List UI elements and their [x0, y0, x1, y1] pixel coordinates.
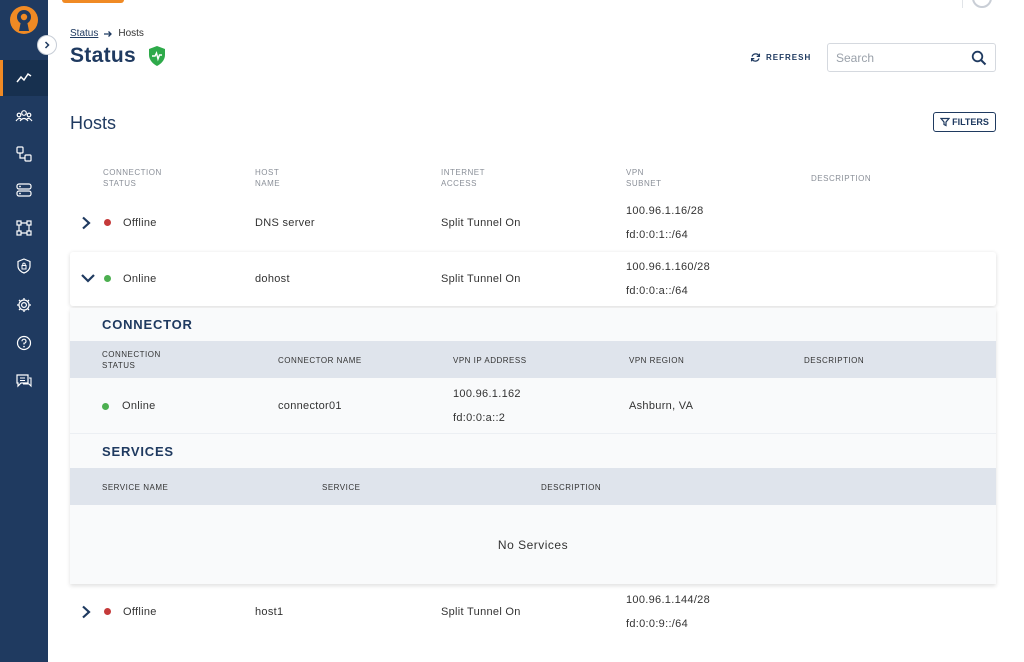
- filter-icon: [940, 117, 951, 127]
- col-service: SERVICE: [322, 483, 361, 492]
- no-services-message: No Services: [497, 538, 569, 552]
- connector-section-title: CONNECTOR: [102, 317, 193, 332]
- col-vpn-ip: VPN IP ADDRESS: [453, 356, 527, 365]
- refresh-label: REFRESH: [766, 53, 812, 62]
- status-dot-offline: [104, 608, 111, 615]
- col-connector-status: CONNECTION STATUS: [102, 350, 161, 370]
- sidebar: [0, 0, 48, 662]
- nav-status[interactable]: [0, 60, 48, 96]
- services-table-header: SERVICE NAME SERVICE DESCRIPTION: [70, 468, 996, 505]
- status-dot-online: [104, 275, 111, 282]
- refresh-button[interactable]: REFRESH: [750, 52, 811, 63]
- shield-check-icon: [147, 45, 167, 67]
- host-status: Offline: [123, 606, 157, 618]
- col-service-name: SERVICE NAME: [102, 483, 169, 492]
- topology-icon: [16, 220, 32, 236]
- connector-ip-v4: 100.96.1.162: [453, 388, 521, 400]
- page-title: Status: [70, 44, 136, 67]
- breadcrumb: Status Hosts: [70, 28, 144, 39]
- host-internet-access: Split Tunnel On: [441, 217, 521, 229]
- refresh-icon: [750, 53, 761, 62]
- col-internet-access: INTERNET ACCESS: [441, 168, 485, 188]
- connector-region: Ashburn, VA: [629, 400, 694, 412]
- host-name: dohost: [255, 273, 290, 285]
- col-connection-status: CONNECTION STATUS: [103, 168, 162, 188]
- connector-ip-v6: fd:0:0:a::2: [453, 412, 506, 424]
- host-details-panel: CONNECTOR CONNECTION STATUS CONNECTOR NAM…: [70, 308, 996, 584]
- connector-row: Online connector01 100.96.1.162 fd:0:0:a…: [70, 378, 996, 434]
- activity-chart-icon: [16, 72, 32, 83]
- chevron-down-icon[interactable]: [80, 272, 96, 284]
- search-input[interactable]: [836, 50, 961, 66]
- host-name: DNS server: [255, 217, 315, 229]
- top-divider: [962, 0, 963, 8]
- table-row-expanded[interactable]: Online dohost Split Tunnel On 100.96.1.1…: [70, 252, 996, 306]
- col-vpn-subnet: VPN SUBNET: [626, 168, 662, 188]
- nav-access-control[interactable]: [0, 248, 48, 284]
- host-status: Online: [123, 273, 157, 285]
- host-subnet-v4: 100.96.1.160/28: [626, 261, 711, 273]
- search-icon[interactable]: [971, 50, 987, 66]
- host-subnet-v6: fd:0:0:9::/64: [626, 618, 688, 630]
- breadcrumb-current: Hosts: [118, 28, 144, 39]
- col-connector-description: DESCRIPTION: [804, 356, 865, 365]
- status-dot-online: [102, 403, 109, 410]
- connector-name: connector01: [278, 400, 342, 412]
- host-internet-access: Split Tunnel On: [441, 606, 521, 618]
- top-accent-bar: [62, 0, 124, 3]
- openvpn-logo-icon[interactable]: [8, 4, 40, 36]
- col-vpn-region: VPN REGION: [629, 356, 685, 365]
- help-circle-icon: [16, 335, 32, 351]
- services-section-title: SERVICES: [102, 444, 174, 459]
- filters-button[interactable]: FILTERS: [933, 112, 996, 132]
- chevron-right-icon[interactable]: [80, 605, 92, 619]
- col-service-description: DESCRIPTION: [541, 483, 602, 492]
- col-description: DESCRIPTION: [811, 174, 872, 183]
- network-icon: [16, 146, 32, 162]
- breadcrumb-status-link[interactable]: Status: [70, 28, 98, 39]
- nav-hosts[interactable]: [0, 172, 48, 208]
- nav-settings[interactable]: [0, 287, 48, 323]
- connector-status: Online: [122, 400, 156, 412]
- nav-users[interactable]: [0, 98, 48, 134]
- chevron-right-icon[interactable]: [80, 216, 92, 230]
- app-root: Status Hosts Status REFRESH Hosts FILTER…: [0, 0, 1024, 662]
- connector-table-header: CONNECTION STATUS CONNECTOR NAME VPN IP A…: [70, 341, 996, 378]
- host-name: host1: [255, 606, 284, 618]
- table-row[interactable]: Offline host1 Split Tunnel On 100.96.1.1…: [70, 588, 996, 638]
- host-status: Offline: [123, 217, 157, 229]
- arrow-right-icon: [104, 30, 113, 37]
- host-internet-access: Split Tunnel On: [441, 273, 521, 285]
- shield-lock-icon: [17, 258, 31, 274]
- host-subnet-v6: fd:0:0:a::/64: [626, 285, 688, 297]
- nav-help[interactable]: [0, 325, 48, 361]
- gear-icon: [17, 298, 31, 312]
- col-connector-name: CONNECTOR NAME: [278, 356, 362, 365]
- filters-label: FILTERS: [952, 117, 989, 127]
- chevron-right-icon: [44, 41, 50, 49]
- hosts-heading: Hosts: [70, 113, 117, 133]
- search-box: [827, 43, 996, 72]
- status-dot-offline: [104, 219, 111, 226]
- user-avatar-icon[interactable]: [972, 0, 992, 8]
- host-subnet-v6: fd:0:0:1::/64: [626, 229, 688, 241]
- chat-icon: [16, 374, 32, 388]
- sidebar-expand-button[interactable]: [37, 35, 57, 55]
- host-subnet-v4: 100.96.1.144/28: [626, 594, 711, 606]
- servers-icon: [16, 183, 32, 197]
- nav-topology[interactable]: [0, 210, 48, 246]
- users-icon: [15, 110, 33, 122]
- nav-support[interactable]: [0, 363, 48, 399]
- table-row[interactable]: Offline DNS server Split Tunnel On 100.9…: [70, 198, 996, 248]
- col-host-name: HOST NAME: [255, 168, 281, 188]
- nav-networks[interactable]: [0, 136, 48, 172]
- host-subnet-v4: 100.96.1.16/28: [626, 205, 704, 217]
